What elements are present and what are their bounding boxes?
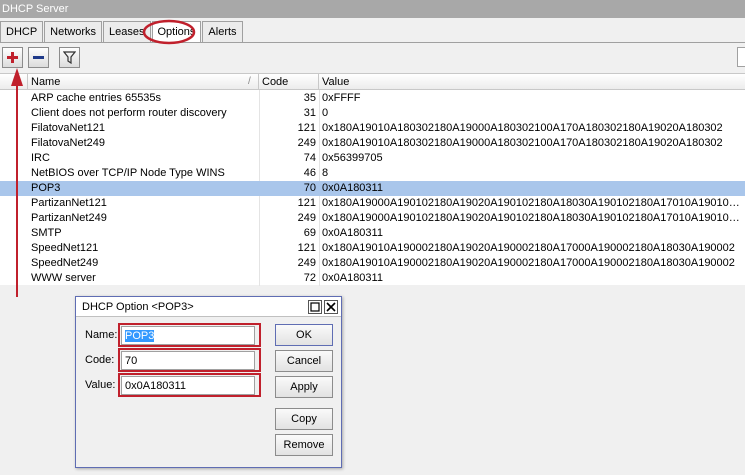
value-label: Value: [85,379,116,391]
remove-option-button[interactable]: Remove [275,434,333,456]
table-row[interactable]: PartizanNet121 121 0x180A19000A190102180A1… [0,196,745,211]
option-code-cell: 69 [303,227,316,239]
table-header: Name / Code Value [0,74,745,90]
name-label: Name: [85,329,118,341]
option-value-cell: 0x0A180311 [322,272,383,284]
option-value-cell: 8 [322,167,329,179]
option-code-cell: 121 [297,197,316,209]
option-name-cell: SpeedNet249 [31,257,99,269]
tab-bar: DHCP Networks Leases Options Alerts [0,21,244,43]
option-value-cell: 0x180A19010A190002180A19020A190002180A17… [322,242,735,254]
filter-button[interactable] [59,47,80,68]
option-code-cell: 74 [303,152,316,164]
option-name-cell: IRC [31,152,50,164]
options-table: Name / Code Value ARP cache entries 6553… [0,73,745,286]
tab-networks[interactable]: Networks [44,21,103,42]
close-icon [326,302,336,312]
column-name[interactable]: Name [28,74,259,90]
option-name-cell: POP3 [31,182,61,194]
option-value-cell: 0x180A19000A190102180A19020A190102180A18… [322,212,742,224]
option-code-cell: 121 [297,242,316,254]
maximize-button[interactable] [308,300,322,314]
option-code-cell: 249 [297,257,316,269]
option-code-cell: 31 [303,107,316,119]
option-code-cell: 249 [297,137,316,149]
option-code-cell: 70 [303,182,316,194]
funnel-icon [63,51,76,64]
copy-button[interactable]: Copy [275,408,333,430]
toolbar [0,43,745,72]
option-name-cell: ARP cache entries 65535s [31,92,162,104]
option-name-cell: Client does not perform router discovery [31,107,227,119]
dialog-title: DHCP Option <POP3> [76,297,341,317]
remove-button[interactable] [28,47,49,68]
tab-alerts[interactable]: Alerts [202,21,243,42]
option-name-cell: WWW server [31,272,96,284]
tab-leases[interactable]: Leases [103,21,151,42]
code-field[interactable]: 70 [121,351,255,370]
option-name-cell: NetBIOS over TCP/IP Node Type WINS [31,167,225,179]
table-row[interactable]: Client does not perform router discovery… [0,106,745,121]
option-name-cell: PartizanNet121 [31,197,107,209]
dhcp-option-dialog: DHCP Option <POP3> Name: POP3 Code: 70 V… [75,296,342,468]
plus-icon [7,52,18,63]
add-button[interactable] [2,47,23,68]
option-code-cell: 72 [303,272,316,284]
option-code-cell: 35 [303,92,316,104]
tab-dhcp[interactable]: DHCP [0,21,44,42]
table-row[interactable]: SMTP 69 0x0A180311 [0,226,745,241]
header-row-marker [0,74,28,90]
option-code-cell: 46 [303,167,316,179]
option-code-cell: 249 [297,212,316,224]
option-value-cell: 0x180A19000A190102180A19020A190102180A18… [322,197,742,209]
option-name-cell: SMTP [31,227,62,239]
search-input[interactable] [737,47,745,67]
code-label: Code: [85,354,115,366]
table-row[interactable]: FilatovaNet249 249 0x180A19010A180302180A1… [0,136,745,151]
ok-button[interactable]: OK [275,324,333,346]
option-value-cell: 0xFFFF [322,92,361,104]
minus-icon [33,56,44,59]
table-row[interactable]: POP3 70 0x0A180311 [0,181,745,196]
table-row[interactable]: SpeedNet249 249 0x180A19010A190002180A1902… [0,256,745,271]
tab-options[interactable]: Options [151,21,202,43]
option-value-cell: 0x56399705 [322,152,383,164]
option-name-cell: SpeedNet121 [31,242,99,254]
table-row[interactable]: SpeedNet121 121 0x180A19010A190002180A1902… [0,241,745,256]
table-row[interactable]: NetBIOS over TCP/IP Node Type WINS 46 8 [0,166,745,181]
name-field[interactable]: POP3 [121,326,255,345]
table-row[interactable]: ARP cache entries 65535s 35 0xFFFF [0,91,745,106]
table-row[interactable]: PartizanNet249 249 0x180A19000A190102180A1… [0,211,745,226]
option-value-cell: 0x180A19010A180302180A19000A180302100A17… [322,137,723,149]
close-button[interactable] [324,300,338,314]
table-row[interactable]: FilatovaNet121 121 0x180A19010A180302180A1… [0,121,745,136]
table-row[interactable]: WWW server 72 0x0A180311 [0,271,745,286]
option-value-cell: 0x0A180311 [322,182,383,194]
option-name-cell: PartizanNet249 [31,212,107,224]
value-field[interactable]: 0x0A180311 [121,376,255,395]
column-code[interactable]: Code [259,74,319,90]
option-value-cell: 0x0A180311 [322,227,383,239]
cancel-button[interactable]: Cancel [275,350,333,372]
maximize-icon [310,302,320,312]
name-field-value: POP3 [125,330,155,342]
option-value-cell: 0 [322,107,329,119]
option-name-cell: FilatovaNet249 [31,137,105,149]
sort-indicator: / [248,76,251,87]
window-title: DHCP Server [0,0,745,18]
column-value[interactable]: Value [319,74,745,90]
option-name-cell: FilatovaNet121 [31,122,105,134]
option-code-cell: 121 [297,122,316,134]
apply-button[interactable]: Apply [275,376,333,398]
option-value-cell: 0x180A19010A190002180A19020A190002180A17… [322,257,735,269]
option-value-cell: 0x180A19010A180302180A19000A180302100A17… [322,122,723,134]
table-row[interactable]: IRC 74 0x56399705 [0,151,745,166]
